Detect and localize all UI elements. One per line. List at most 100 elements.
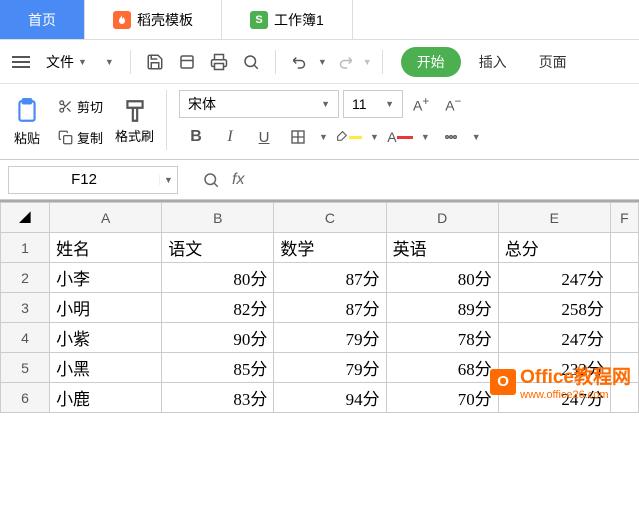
- tab-home-label: 首页: [28, 10, 56, 30]
- bold-button[interactable]: B: [183, 124, 209, 150]
- fx-icon[interactable]: fx: [232, 171, 244, 189]
- cell[interactable]: 83分: [162, 383, 274, 413]
- chevron-down-icon: ▼: [385, 99, 394, 109]
- chevron-down-icon[interactable]: ▼: [363, 57, 372, 67]
- merge-button[interactable]: [438, 124, 464, 150]
- format-painter-button[interactable]: 格式刷: [115, 98, 154, 145]
- underline-button[interactable]: U: [251, 124, 277, 150]
- column-header[interactable]: D: [386, 203, 498, 233]
- row-header[interactable]: 4: [1, 323, 50, 353]
- cell[interactable]: [610, 263, 638, 293]
- column-header[interactable]: F: [610, 203, 638, 233]
- redo-icon[interactable]: [331, 48, 359, 76]
- save-as-icon[interactable]: [173, 48, 201, 76]
- border-button[interactable]: [285, 124, 311, 150]
- font-name-select[interactable]: 宋体 ▼: [179, 90, 339, 118]
- separator: [382, 50, 383, 74]
- cell[interactable]: 语文: [162, 233, 274, 263]
- row-header[interactable]: 2: [1, 263, 50, 293]
- cell[interactable]: 79分: [274, 323, 386, 353]
- paste-label: 粘贴: [14, 128, 40, 147]
- cell[interactable]: [610, 383, 638, 413]
- cell[interactable]: [610, 323, 638, 353]
- cut-button[interactable]: 剪切: [54, 95, 107, 118]
- row-header[interactable]: 1: [1, 233, 50, 263]
- chevron-down-icon[interactable]: ▼: [319, 132, 328, 142]
- cell[interactable]: 80分: [162, 263, 274, 293]
- spreadsheet-icon: S: [250, 11, 268, 29]
- name-box-input[interactable]: [9, 169, 159, 190]
- cell[interactable]: 258分: [498, 293, 610, 323]
- tab-template[interactable]: 稻壳模板: [85, 0, 222, 39]
- cell[interactable]: 89分: [386, 293, 498, 323]
- cell[interactable]: [610, 293, 638, 323]
- formula-input[interactable]: [260, 167, 639, 193]
- chevron-down-icon[interactable]: ▼: [421, 132, 430, 142]
- print-icon[interactable]: [205, 48, 233, 76]
- cell[interactable]: 80分: [386, 263, 498, 293]
- cell[interactable]: 85分: [162, 353, 274, 383]
- paste-button[interactable]: 粘贴: [8, 96, 46, 147]
- cell[interactable]: 247分: [498, 263, 610, 293]
- tab-workbook[interactable]: S 工作簿1: [222, 0, 353, 39]
- cell[interactable]: 70分: [386, 383, 498, 413]
- row-header[interactable]: 5: [1, 353, 50, 383]
- cell[interactable]: 小黑: [50, 353, 162, 383]
- cell[interactable]: 小紫: [50, 323, 162, 353]
- cell[interactable]: 94分: [274, 383, 386, 413]
- cell[interactable]: 79分: [274, 353, 386, 383]
- chevron-down-icon[interactable]: ▼: [472, 132, 481, 142]
- row-header[interactable]: 6: [1, 383, 50, 413]
- cell[interactable]: 68分: [386, 353, 498, 383]
- column-header[interactable]: E: [498, 203, 610, 233]
- save-icon[interactable]: [141, 48, 169, 76]
- page-menu[interactable]: 页面: [525, 52, 581, 72]
- cell[interactable]: [610, 353, 638, 383]
- decrease-font-button[interactable]: A−: [439, 95, 467, 114]
- column-header[interactable]: A: [50, 203, 162, 233]
- cell[interactable]: 247分: [498, 323, 610, 353]
- cell[interactable]: 90分: [162, 323, 274, 353]
- font-size-select[interactable]: 11 ▼: [343, 90, 403, 118]
- format-painter-label: 格式刷: [115, 126, 154, 145]
- chevron-down-icon[interactable]: ▼: [159, 175, 177, 185]
- select-all-corner[interactable]: ◢: [1, 203, 50, 233]
- print-preview-icon[interactable]: [237, 48, 265, 76]
- column-header[interactable]: B: [162, 203, 274, 233]
- cell[interactable]: 87分: [274, 263, 386, 293]
- cell[interactable]: [610, 233, 638, 263]
- cell[interactable]: 数学: [274, 233, 386, 263]
- font-color-button[interactable]: A: [387, 124, 413, 150]
- cell[interactable]: 87分: [274, 293, 386, 323]
- cell[interactable]: 247分: [498, 383, 610, 413]
- file-menu[interactable]: 文件 ▼: [38, 48, 95, 76]
- chevron-down-icon[interactable]: ▼: [370, 132, 379, 142]
- hamburger-icon[interactable]: [8, 52, 34, 72]
- cell[interactable]: 小鹿: [50, 383, 162, 413]
- insert-menu[interactable]: 插入: [465, 52, 521, 72]
- increase-font-button[interactable]: A+: [407, 95, 435, 114]
- cell[interactable]: 82分: [162, 293, 274, 323]
- column-header[interactable]: C: [274, 203, 386, 233]
- document-tabs: 首页 稻壳模板 S 工作簿1: [0, 0, 639, 40]
- tab-home[interactable]: 首页: [0, 0, 85, 39]
- cell[interactable]: 小明: [50, 293, 162, 323]
- chevron-down-icon[interactable]: ▼: [99, 57, 120, 67]
- chevron-down-icon: ▼: [78, 57, 87, 67]
- cell[interactable]: 232分: [498, 353, 610, 383]
- cell[interactable]: 总分: [498, 233, 610, 263]
- cell[interactable]: 姓名: [50, 233, 162, 263]
- chevron-down-icon[interactable]: ▼: [318, 57, 327, 67]
- row-header[interactable]: 3: [1, 293, 50, 323]
- undo-icon[interactable]: [286, 48, 314, 76]
- italic-button[interactable]: I: [217, 124, 243, 150]
- spreadsheet: ◢ A B C D E F 1 姓名 语文 数学 英语 总分 2 小李 80分 …: [0, 200, 639, 413]
- copy-button[interactable]: 复制: [54, 126, 107, 149]
- search-icon[interactable]: [202, 171, 220, 189]
- cell[interactable]: 小李: [50, 263, 162, 293]
- cell[interactable]: 78分: [386, 323, 498, 353]
- fill-color-button[interactable]: [336, 124, 362, 150]
- cell[interactable]: 英语: [386, 233, 498, 263]
- start-button[interactable]: 开始: [401, 47, 461, 77]
- name-box[interactable]: ▼: [8, 166, 178, 194]
